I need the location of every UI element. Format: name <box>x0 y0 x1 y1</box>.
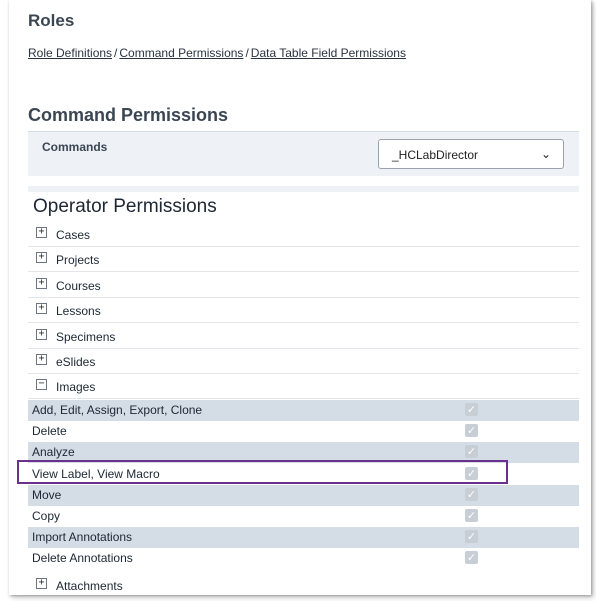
section-label: eSlides <box>56 355 96 369</box>
torn-edge <box>579 0 591 595</box>
section-label: Specimens <box>56 329 116 344</box>
permission-checkbox[interactable]: ✓ <box>465 424 478 438</box>
permission-label: Delete Annotations <box>32 551 133 566</box>
breadcrumb-separator: / <box>245 46 249 60</box>
breadcrumb-command-permissions[interactable]: Command Permissions <box>119 46 243 60</box>
permission-row: Delete ✓ <box>28 421 591 442</box>
section-label: Lessons <box>56 304 101 319</box>
expand-icon[interactable]: + <box>36 227 47 238</box>
operator-permissions-heading: Operator Permissions <box>33 196 217 217</box>
chevron-down-icon: ⌄ <box>540 147 551 161</box>
permission-row: Move ✓ <box>28 484 591 506</box>
expand-icon[interactable]: + <box>36 277 47 289</box>
role-select[interactable]: _HCLabDirector ⌄ <box>378 139 564 169</box>
breadcrumb-role-definitions[interactable]: Role Definitions <box>28 46 112 60</box>
permission-row: Delete Annotations ✓ <box>28 548 591 569</box>
section-images[interactable]: − Images <box>28 373 591 400</box>
section-lessons[interactable]: + Lessons <box>28 297 591 324</box>
role-select-value: _HCLabDirector <box>392 148 479 162</box>
permission-checkbox[interactable]: ✓ <box>465 530 478 544</box>
expand-icon[interactable]: + <box>36 252 47 264</box>
page-title: Roles <box>28 11 75 30</box>
section-label: Images <box>56 380 96 395</box>
commands-label: Commands <box>42 140 108 154</box>
command-permissions-heading: Command Permissions <box>28 105 229 125</box>
section-attachments[interactable]: + Attachments <box>28 572 591 595</box>
permission-row: Add, Edit, Assign, Export, Clone ✓ <box>28 400 591 421</box>
permission-label: Move <box>32 487 62 502</box>
permission-checkbox[interactable]: ✓ <box>465 403 478 416</box>
permission-checkbox[interactable]: ✓ <box>465 487 478 501</box>
section-eslides[interactable]: + eSlides <box>28 348 591 374</box>
section-projects[interactable]: + Projects <box>28 246 591 273</box>
breadcrumb: Role Definitions / Command Permissions / Dat… <box>28 46 406 60</box>
section-cases[interactable]: + Cases <box>28 221 591 247</box>
permission-label: Copy <box>32 509 61 523</box>
roles-panel: Roles Role Definitions / Command Permissio… <box>9 0 591 595</box>
section-label: Courses <box>56 278 101 293</box>
permission-row: Import Annotations ✓ <box>28 527 591 549</box>
permission-row: Copy ✓ <box>28 506 591 527</box>
section-label: Attachments <box>56 579 123 593</box>
divider <box>28 186 591 192</box>
permission-label: Delete <box>32 424 67 439</box>
section-courses[interactable]: + Courses <box>28 272 591 298</box>
highlight-box <box>17 460 508 484</box>
permission-label: Add, Edit, Assign, Export, Clone <box>32 403 203 417</box>
breadcrumb-data-table-field-permissions[interactable]: Data Table Field Permissions <box>251 46 406 60</box>
permission-label: Analyze <box>32 445 75 460</box>
section-specimens[interactable]: + Specimens <box>28 323 591 349</box>
permission-checkbox[interactable]: ✓ <box>465 509 478 522</box>
collapse-icon[interactable]: − <box>36 379 47 391</box>
permission-checkbox[interactable]: ✓ <box>465 551 478 565</box>
section-label: Projects <box>56 253 100 268</box>
expand-icon[interactable]: + <box>36 578 47 589</box>
commands-header-row: Commands _HCLabDirector ⌄ <box>28 131 591 176</box>
expand-icon[interactable]: + <box>36 354 47 365</box>
expand-icon[interactable]: + <box>36 303 47 315</box>
permission-checkbox[interactable]: ✓ <box>465 445 478 459</box>
permission-label: Import Annotations <box>32 530 133 545</box>
section-label: Cases <box>56 228 91 242</box>
breadcrumb-separator: / <box>114 46 118 60</box>
expand-icon[interactable]: + <box>36 328 47 340</box>
